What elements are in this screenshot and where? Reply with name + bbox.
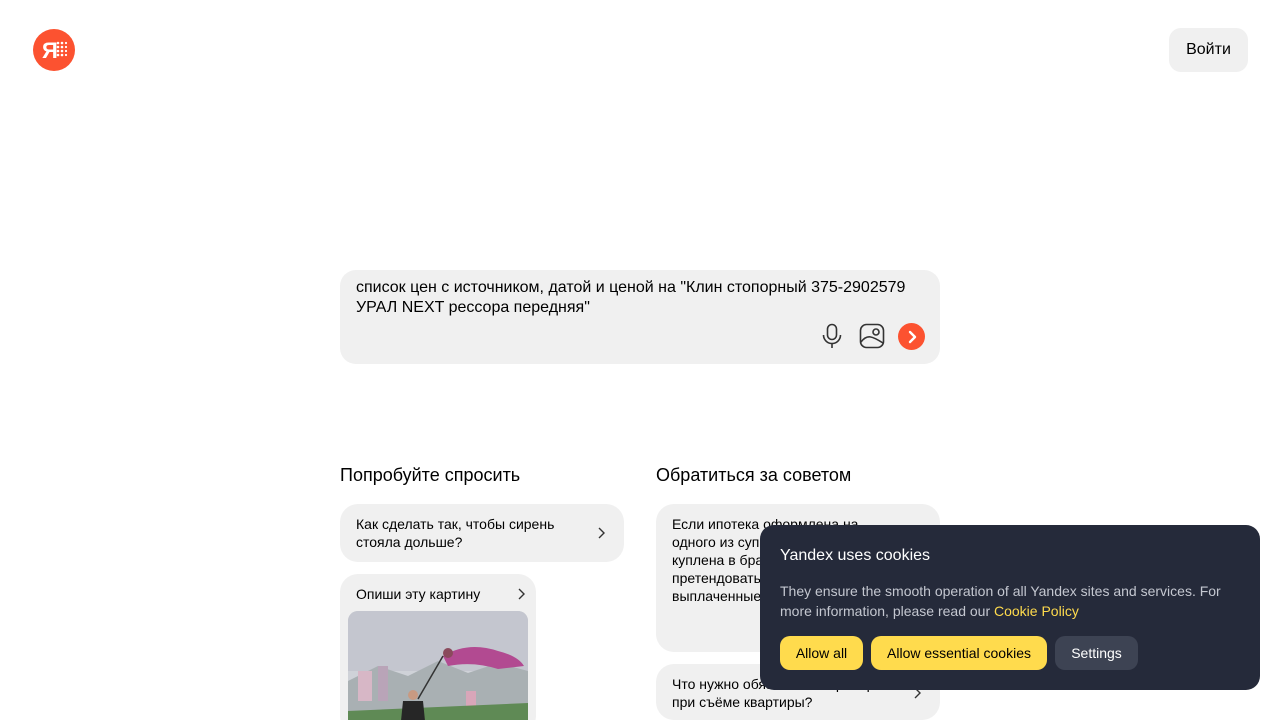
cookie-policy-link[interactable]: Cookie Policy: [994, 603, 1079, 619]
chevron-right-icon: [518, 588, 525, 600]
suggestion-text: Опиши эту картину: [356, 586, 481, 602]
microphone-icon[interactable]: [818, 322, 846, 350]
try-asking-title: Попробуйте спросить: [340, 465, 521, 485]
yandex-logo[interactable]: Я: [33, 29, 75, 71]
image-search-icon[interactable]: [858, 322, 886, 350]
cookie-description: They ensure the smooth operation of all …: [780, 581, 1242, 621]
search-input[interactable]: список цен с источником, датой и ценой н…: [356, 278, 916, 318]
suggestion-card-picture[interactable]: Опиши эту картину: [340, 574, 536, 720]
ask-advice-title: Обратиться за советом: [656, 465, 852, 485]
submit-arrow-icon[interactable]: [898, 323, 925, 350]
allow-all-button[interactable]: Allow all: [780, 636, 863, 670]
logo-icon: Я: [42, 38, 68, 63]
suggestion-card[interactable]: Как сделать так, чтобы сирень стояла дол…: [340, 504, 624, 562]
search-box[interactable]: список цен с источником, датой и ценой н…: [340, 270, 940, 364]
allow-essential-button[interactable]: Allow essential cookies: [871, 636, 1047, 670]
cookie-banner: Yandex uses cookies They ensure the smoo…: [760, 525, 1260, 690]
svg-text:Я: Я: [42, 38, 58, 63]
cookie-settings-button[interactable]: Settings: [1055, 636, 1138, 670]
painting-thumbnail: [348, 611, 528, 720]
chevron-right-icon: [598, 527, 605, 539]
suggestion-text: Как сделать так, чтобы сирень стояла дол…: [356, 516, 555, 550]
login-button[interactable]: Войти: [1169, 28, 1248, 72]
cookie-title: Yandex uses cookies: [780, 547, 931, 564]
